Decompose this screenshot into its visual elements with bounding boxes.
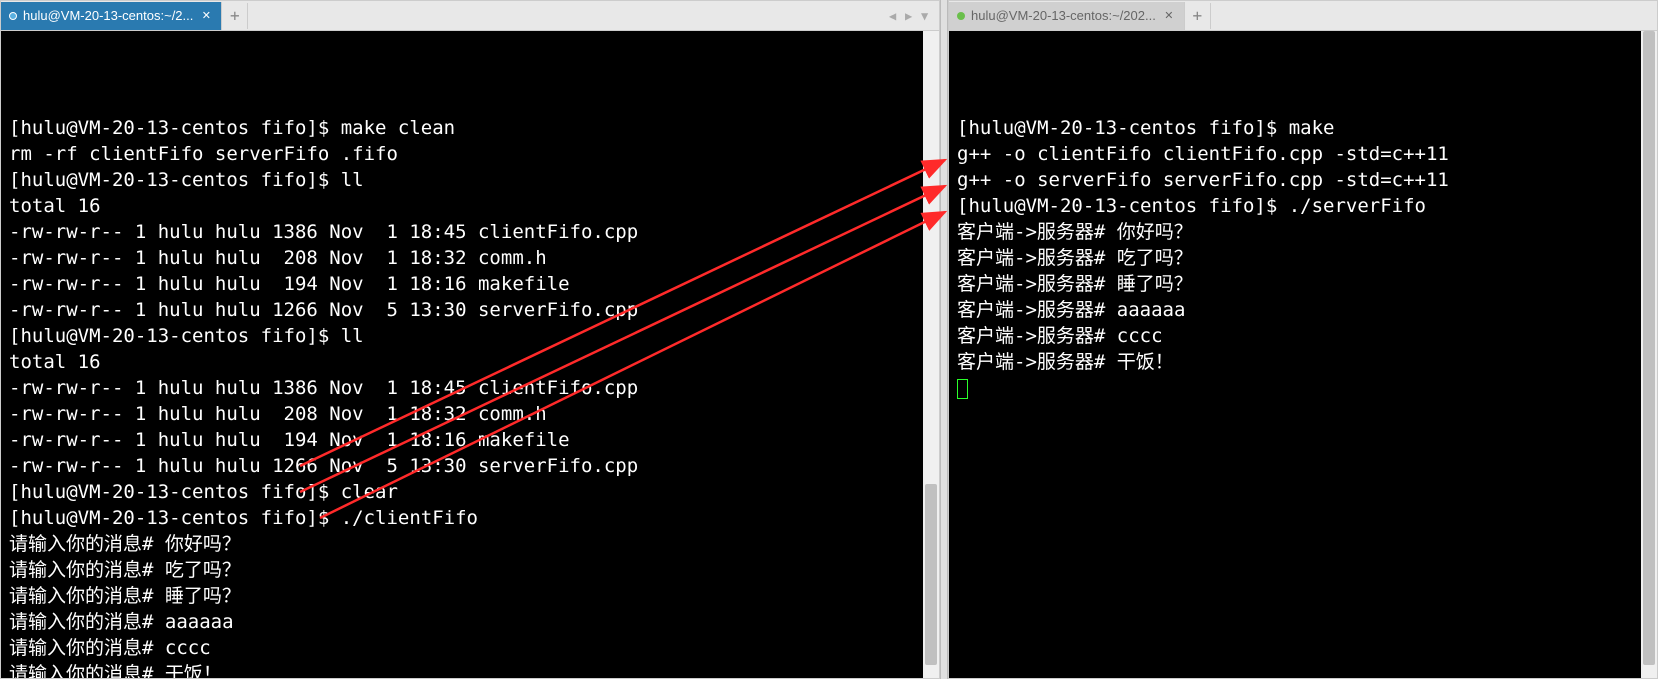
terminal-line: -rw-rw-r-- 1 hulu hulu 1266 Nov 5 13:30 … xyxy=(9,297,931,323)
terminal-line: [hulu@VM-20-13-centos fifo]$ clear xyxy=(9,479,931,505)
terminal-line: 请输入你的消息# 睡了吗？ xyxy=(9,583,931,609)
terminal-line: [hulu@VM-20-13-centos fifo]$ ./clientFif… xyxy=(9,505,931,531)
right-tab[interactable]: hulu@VM-20-13-centos:~/202... ✕ xyxy=(949,2,1185,30)
new-tab-button[interactable]: + xyxy=(222,3,248,29)
left-tab-active[interactable]: hulu@VM-20-13-centos:~/2... ✕ xyxy=(1,2,222,30)
terminal-line: g++ -o clientFifo clientFifo.cpp -std=c+… xyxy=(957,141,1649,167)
terminal-line: 客户端->服务器# 睡了吗？ xyxy=(957,271,1649,297)
terminal-line: -rw-rw-r-- 1 hulu hulu 194 Nov 1 18:16 m… xyxy=(9,271,931,297)
left-terminal[interactable]: [hulu@VM-20-13-centos fifo]$ make cleanr… xyxy=(1,31,939,678)
terminal-line: total 16 xyxy=(9,193,931,219)
terminal-line: rm -rf clientFifo serverFifo .fifo xyxy=(9,141,931,167)
terminal-line: g++ -o serverFifo serverFifo.cpp -std=c+… xyxy=(957,167,1649,193)
terminal-line: -rw-rw-r-- 1 hulu hulu 1386 Nov 1 18:45 … xyxy=(9,219,931,245)
terminal-line: 请输入你的消息# 你好吗？ xyxy=(9,531,931,557)
terminal-line: -rw-rw-r-- 1 hulu hulu 194 Nov 1 18:16 m… xyxy=(9,427,931,453)
tab-nav-arrows: ◀ ▶ ▼ xyxy=(889,9,935,23)
terminal-line xyxy=(957,375,1649,401)
terminal-line: -rw-rw-r-- 1 hulu hulu 1386 Nov 1 18:45 … xyxy=(9,375,931,401)
scrollbar[interactable] xyxy=(923,31,939,678)
scroll-thumb[interactable] xyxy=(925,484,937,665)
left-pane: hulu@VM-20-13-centos:~/2... ✕ + ◀ ▶ ▼ [h… xyxy=(0,0,940,679)
terminal-line: 请输入你的消息# 干饭！ xyxy=(9,661,931,678)
scroll-thumb[interactable] xyxy=(1643,31,1655,665)
terminal-line: 客户端->服务器# aaaaaa xyxy=(957,297,1649,323)
terminal-line: [hulu@VM-20-13-centos fifo]$ make clean xyxy=(9,115,931,141)
right-tabbar: hulu@VM-20-13-centos:~/202... ✕ + xyxy=(949,1,1657,31)
terminal-line: -rw-rw-r-- 1 hulu hulu 208 Nov 1 18:32 c… xyxy=(9,401,931,427)
chevron-down-icon[interactable]: ▼ xyxy=(921,9,935,23)
terminal-line: 客户端->服务器# 你好吗？ xyxy=(957,219,1649,245)
terminal-line: [hulu@VM-20-13-centos fifo]$ make xyxy=(957,115,1649,141)
terminal-line: 请输入你的消息# cccc xyxy=(9,635,931,661)
tab-title: hulu@VM-20-13-centos:~/2... xyxy=(23,8,193,23)
chevron-right-icon[interactable]: ▶ xyxy=(905,9,919,23)
terminal-line: 请输入你的消息# 吃了吗？ xyxy=(9,557,931,583)
terminal-line: [hulu@VM-20-13-centos fifo]$ ./serverFif… xyxy=(957,193,1649,219)
left-tabbar: hulu@VM-20-13-centos:~/2... ✕ + ◀ ▶ ▼ xyxy=(1,1,939,31)
terminal-line: 客户端->服务器# 吃了吗？ xyxy=(957,245,1649,271)
terminal-line: 请输入你的消息# aaaaaa xyxy=(9,609,931,635)
right-pane: hulu@VM-20-13-centos:~/202... ✕ + [hulu@… xyxy=(948,0,1658,679)
terminal-line: -rw-rw-r-- 1 hulu hulu 1266 Nov 5 13:30 … xyxy=(9,453,931,479)
status-dot-icon xyxy=(957,12,965,20)
terminal-line: total 16 xyxy=(9,349,931,375)
terminal-line: 客户端->服务器# cccc xyxy=(957,323,1649,349)
cursor-icon xyxy=(957,379,968,399)
terminal-line: 客户端->服务器# 干饭！ xyxy=(957,349,1649,375)
terminal-line: [hulu@VM-20-13-centos fifo]$ ll xyxy=(9,323,931,349)
chevron-left-icon[interactable]: ◀ xyxy=(889,9,903,23)
status-dot-icon xyxy=(9,12,17,20)
pane-divider[interactable] xyxy=(940,0,948,679)
right-terminal[interactable]: [hulu@VM-20-13-centos fifo]$ makeg++ -o … xyxy=(949,31,1657,678)
terminal-line: -rw-rw-r-- 1 hulu hulu 208 Nov 1 18:32 c… xyxy=(9,245,931,271)
scrollbar[interactable] xyxy=(1641,31,1657,678)
close-icon[interactable]: ✕ xyxy=(1162,9,1176,23)
tab-title: hulu@VM-20-13-centos:~/202... xyxy=(971,8,1156,23)
terminal-line: [hulu@VM-20-13-centos fifo]$ ll xyxy=(9,167,931,193)
close-icon[interactable]: ✕ xyxy=(199,9,213,23)
new-tab-button[interactable]: + xyxy=(1185,3,1211,29)
